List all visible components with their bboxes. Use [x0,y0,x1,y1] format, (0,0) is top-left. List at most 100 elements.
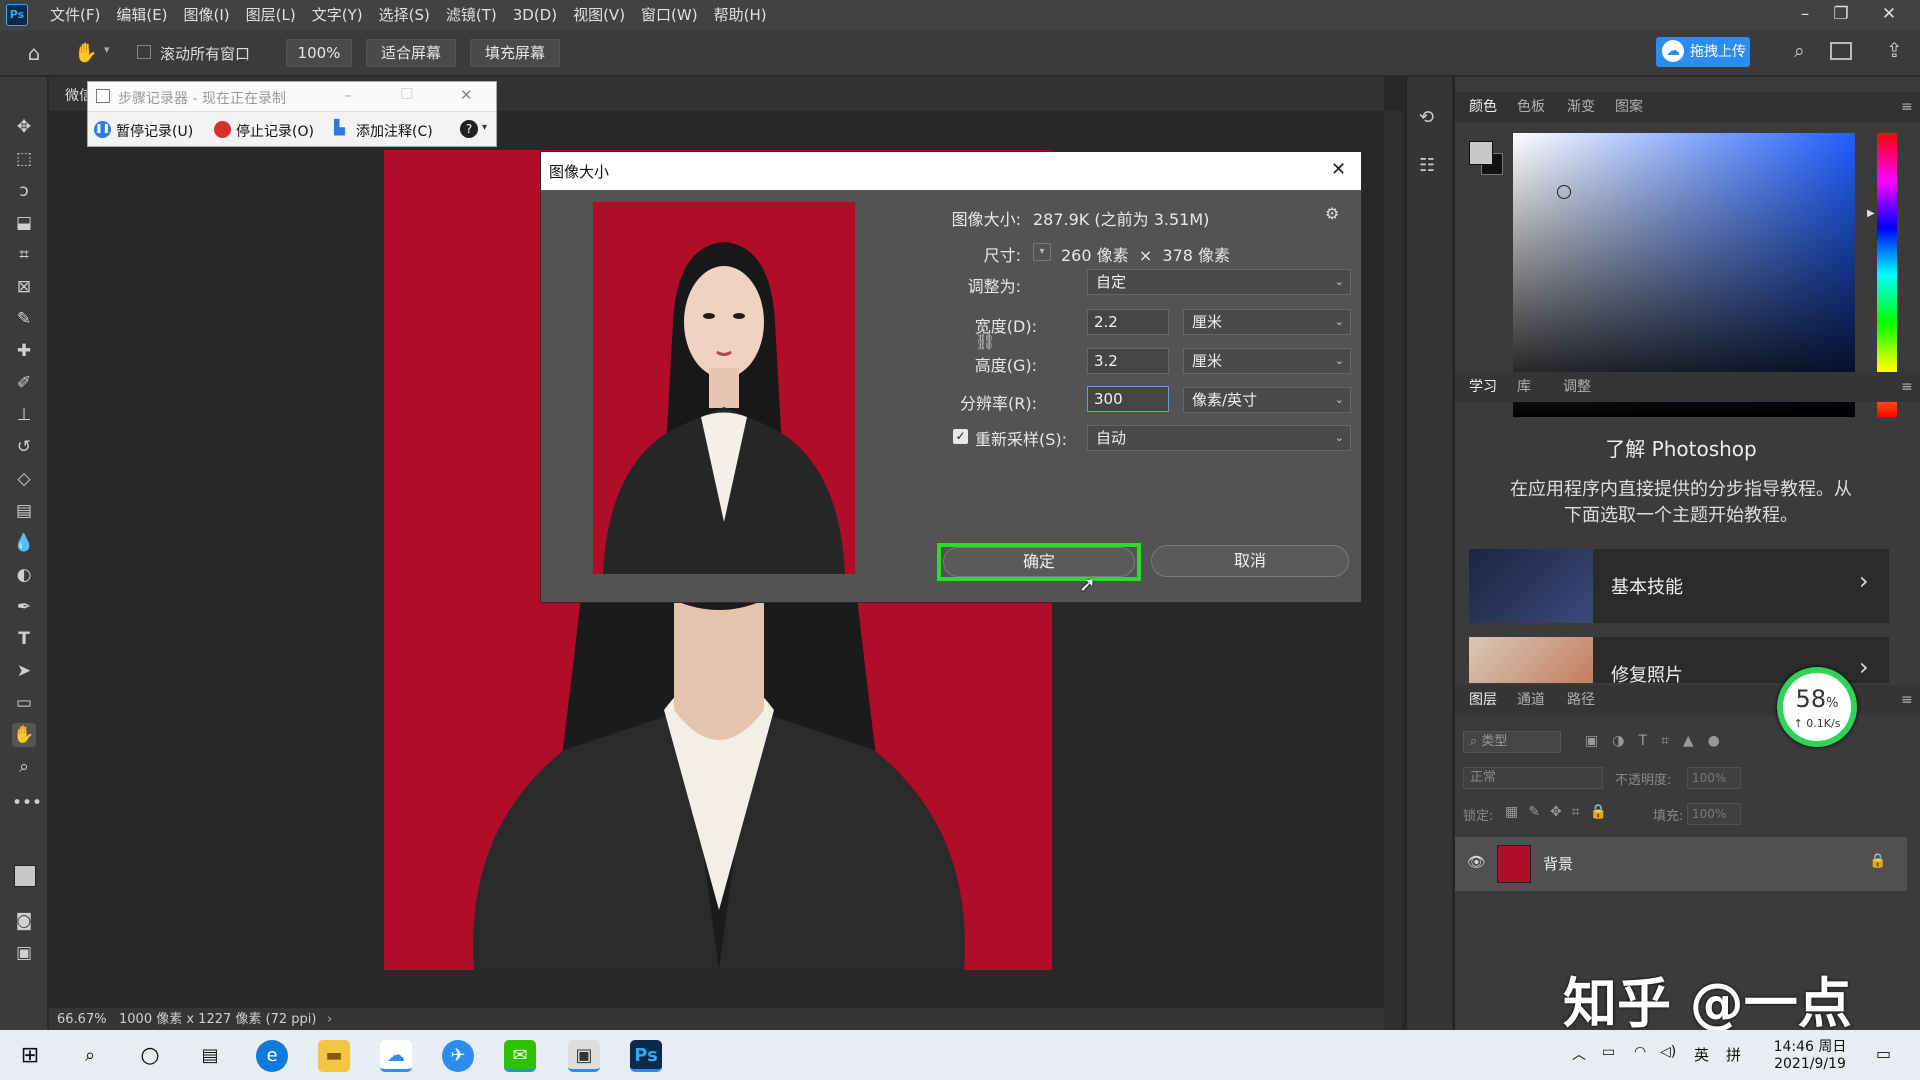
eyedropper-icon[interactable]: ✎ [12,307,36,331]
cortana-icon[interactable]: ○ [134,1040,166,1072]
layer-filter-icons[interactable]: ▣◑T⌗▲● [1585,733,1734,749]
panel-menu-icon[interactable]: ≡ [1901,92,1913,122]
settings-gear-icon[interactable]: ⚙ [1325,204,1339,223]
vertical-scrollbar[interactable] [1384,111,1402,1031]
notification-icon[interactable]: ▭ [1876,1044,1891,1063]
foreground-color-swatch[interactable] [14,865,36,887]
chevron-right-icon[interactable]: › [327,1008,332,1032]
menu-select[interactable]: 选择(S) [371,0,438,30]
dimensions-dropdown-icon[interactable]: ▾ [1033,243,1051,261]
width-input[interactable]: 2.2 [1087,309,1169,335]
zoom-level[interactable]: 66.67% [57,1008,107,1032]
tab-learn[interactable]: 学习 [1469,372,1497,402]
tab-libraries[interactable]: 库 [1517,372,1531,402]
menu-3d[interactable]: 3D(D) [505,0,565,30]
zoom-100-button[interactable]: 100% [286,39,352,67]
recorder-maximize-icon[interactable]: ☐ [400,85,413,103]
ok-button[interactable]: 确定 [943,547,1135,577]
resolution-input[interactable]: 300 [1087,386,1169,412]
fg-swatch[interactable] [1469,141,1493,165]
windows-start-icon[interactable]: ⊞ [14,1040,46,1072]
image-preview[interactable] [593,202,855,574]
gradient-tool-icon[interactable]: ▤ [12,499,36,523]
layer-row[interactable]: 👁 背景 🔒 [1455,837,1907,891]
help-icon[interactable]: ? [460,120,478,138]
height-input[interactable]: 3.2 [1087,348,1169,374]
hue-slider-handle[interactable]: ▶ [1867,208,1875,219]
eraser-icon[interactable]: ◇ [12,467,36,491]
history-brush-icon[interactable]: ↺ [12,435,36,459]
fit-screen-button[interactable]: 适合屏幕 [366,39,456,67]
frame-tool-icon[interactable]: ⊠ [12,275,36,299]
object-select-icon[interactable]: ⬓ [12,211,36,235]
workspace-icon[interactable] [1830,42,1852,60]
help-dropdown-icon[interactable]: ▾ [482,122,487,133]
chevron-down-icon[interactable]: ▾ [104,43,110,56]
search-icon[interactable]: ⌕ [74,1040,106,1072]
properties-panel-icon[interactable]: ☷ [1419,155,1435,176]
dodge-tool-icon[interactable]: ◐ [12,563,36,587]
menu-edit[interactable]: 编辑(E) [108,0,175,30]
feishu-icon[interactable]: ✈ [442,1040,474,1072]
menu-type[interactable]: 文字(Y) [304,0,371,30]
fit-to-dropdown[interactable]: 自定 ⌄ [1087,269,1351,295]
edge-browser-icon[interactable]: e [256,1040,288,1072]
recorder-minimize-icon[interactable]: – [344,86,352,104]
scroll-all-checkbox[interactable] [137,45,151,59]
screen-mode-icon[interactable]: ▣ [12,941,36,965]
file-explorer-icon[interactable]: ▬ [318,1040,350,1072]
clock-date[interactable]: 2021/9/19 [1760,1056,1860,1072]
tray-chevron-up-icon[interactable]: ︿ [1572,1044,1586,1064]
menu-image[interactable]: 图像(I) [176,0,238,30]
width-unit-dropdown[interactable]: 厘米 ⌄ [1183,309,1351,335]
height-unit-dropdown[interactable]: 厘米 ⌄ [1183,348,1351,374]
layer-filter-dropdown[interactable]: ⌕ 类型 [1463,731,1561,753]
tab-layers[interactable]: 图层 [1469,685,1497,715]
stamp-tool-icon[interactable]: ⊥ [12,403,36,427]
tab-channels[interactable]: 通道 [1517,685,1545,715]
search-icon[interactable]: ⌕ [1794,40,1805,62]
marquee-tool-icon[interactable]: ⬚ [12,147,36,171]
fill-input[interactable]: 100% [1687,803,1741,825]
menu-view[interactable]: 视图(V) [565,0,633,30]
volume-icon[interactable]: ◁) [1660,1044,1676,1060]
eye-visibility-icon[interactable]: 👁 [1467,853,1486,871]
battery-icon[interactable]: ▭ [1602,1044,1615,1060]
resample-checkbox[interactable]: ✓ [953,429,968,444]
pen-tool-icon[interactable]: ✒ [12,595,36,619]
learn-card-basics[interactable]: 基本技能 › [1469,549,1889,623]
hand-tool-icon[interactable]: ✋ [74,41,98,65]
tab-paths[interactable]: 路径 [1567,685,1595,715]
steps-recorder-taskbar-icon[interactable]: ▣ [568,1040,600,1072]
quick-mask-icon[interactable]: ◙ [12,909,36,933]
tab-adjustments[interactable]: 调整 [1563,372,1591,402]
zoom-tool-icon[interactable]: ⌕ [12,755,36,779]
hand-tool-active-icon[interactable]: ✋ [12,723,36,747]
brush-tool-icon[interactable]: ✐ [12,371,36,395]
recorder-close-icon[interactable]: ✕ [460,86,473,104]
healing-brush-icon[interactable]: ✚ [12,339,36,363]
restore-icon[interactable]: ❐ [1818,0,1864,30]
tab-patterns[interactable]: 图案 [1615,92,1643,122]
ime-pinyin[interactable]: 拼 [1726,1044,1741,1065]
history-panel-icon[interactable]: ⟲ [1419,107,1434,128]
clock-time[interactable]: 14:46 周日 [1760,1036,1860,1056]
photoshop-taskbar-icon[interactable]: Ps [630,1040,662,1072]
upload-button[interactable]: ☁ 拖拽上传 [1656,37,1750,67]
cancel-button[interactable]: 取消 [1151,545,1349,577]
color-picker-cursor[interactable] [1557,185,1571,199]
more-tools-icon[interactable]: ••• [12,791,42,815]
blend-mode-dropdown[interactable]: 正常 [1463,767,1603,789]
wechat-icon[interactable]: ✉ [504,1040,536,1072]
move-tool-icon[interactable]: ✥ [12,115,36,139]
task-view-icon[interactable]: ▤ [194,1040,226,1072]
baidu-netdisk-icon[interactable]: ☁ [380,1040,412,1072]
home-icon[interactable]: ⌂ [22,41,46,65]
crop-tool-icon[interactable]: ⌗ [12,243,36,267]
ime-english[interactable]: 英 [1694,1044,1709,1065]
lock-icons[interactable]: ▦✎✥⌗🔒 [1505,804,1617,820]
path-select-icon[interactable]: ➤ [12,659,36,683]
type-tool-icon[interactable]: T [12,627,36,651]
fill-screen-button[interactable]: 填充屏幕 [470,39,560,67]
menu-help[interactable]: 帮助(H) [706,0,775,30]
